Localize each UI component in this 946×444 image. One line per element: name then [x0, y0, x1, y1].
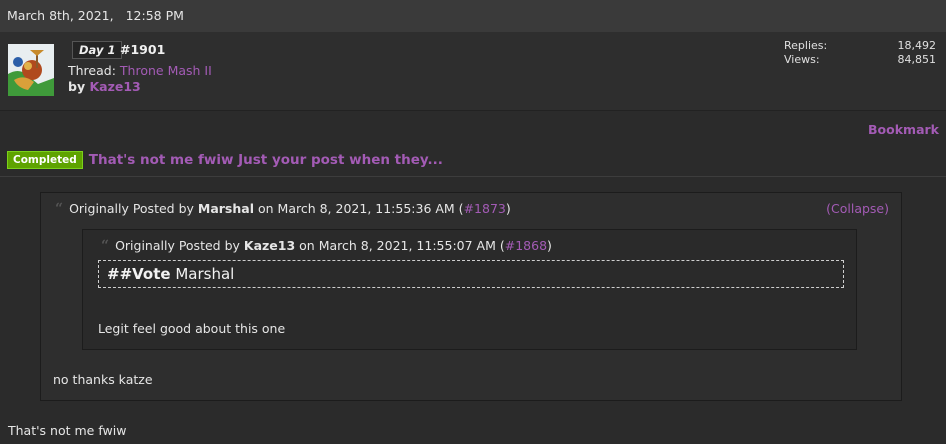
- post-title[interactable]: That's not me fwiw Just your post when t…: [89, 152, 443, 168]
- post-time: 12:58 PM: [125, 8, 184, 23]
- author-line: by Kaze13: [68, 79, 141, 94]
- post-number[interactable]: #1901: [120, 42, 165, 57]
- outer-quote-header: “ Originally Posted by Marshal on March 8…: [55, 201, 511, 217]
- outer-quote-close: ): [505, 201, 511, 216]
- inner-quote-author[interactable]: Kaze13: [244, 238, 295, 253]
- outer-quote-author[interactable]: Marshal: [198, 201, 254, 216]
- inner-quote-header: “ Originally Posted by Kaze13 on March 8,…: [101, 238, 552, 254]
- thread-prefix: Thread:: [68, 63, 116, 78]
- inner-quote: “ Originally Posted by Kaze13 on March 8,…: [82, 229, 857, 350]
- outer-quote: “ Originally Posted by Marshal on March 8…: [40, 192, 902, 401]
- inner-quote-body: Legit feel good about this one: [98, 321, 286, 336]
- thread-link[interactable]: Throne Mash II: [120, 63, 212, 78]
- by-prefix: by: [68, 79, 86, 94]
- inner-quote-date: on March 8, 2021, 11:55:07 AM (: [299, 238, 505, 253]
- thread-stats: Replies: 18,492 Views: 84,851: [784, 39, 936, 67]
- post-body-text: That's not me fwiw: [8, 423, 127, 438]
- outer-quote-date: on March 8, 2021, 11:55:36 AM (: [257, 201, 464, 216]
- vote-line: ##Vote Marshal: [107, 265, 234, 283]
- outer-quote-post-link[interactable]: #1873: [464, 201, 506, 216]
- status-badge: Completed: [7, 151, 83, 169]
- views-label: Views:: [784, 53, 820, 66]
- author-link[interactable]: Kaze13: [89, 79, 140, 94]
- outer-quote-body: no thanks katze: [53, 372, 153, 387]
- inner-quote-close: ): [547, 238, 552, 253]
- replies-label: Replies:: [784, 39, 828, 52]
- inner-quote-prefix: Originally Posted by: [115, 238, 240, 253]
- vote-target: Marshal: [175, 265, 235, 283]
- views-value: 84,851: [897, 53, 937, 66]
- inner-quote-post-link[interactable]: #1868: [505, 238, 547, 253]
- post-date: March 8th, 2021, 12:58 PM: [7, 8, 184, 23]
- outer-quote-prefix: Originally Posted by: [69, 201, 194, 216]
- top-bar: March 8th, 2021, 12:58 PM: [0, 0, 946, 32]
- vote-command: ##Vote: [107, 265, 171, 283]
- collapse-button[interactable]: (Collapse): [826, 201, 889, 216]
- post-date-day: March 8th, 2021,: [7, 8, 114, 23]
- thread-header: Day 1 #1901 Thread: Throne Mash II by Ka…: [0, 32, 946, 111]
- bookmark-link[interactable]: Bookmark: [868, 122, 939, 137]
- avatar-image-icon[interactable]: [8, 44, 54, 96]
- day-badge: Day 1: [72, 41, 123, 59]
- thread-line: Thread: Throne Mash II: [68, 63, 212, 78]
- quote-icon: “: [101, 238, 110, 254]
- post-title-row: Completed That's not me fwiw Just your p…: [7, 151, 443, 169]
- quote-icon: “: [55, 201, 64, 217]
- divider: [0, 176, 946, 177]
- vote-box: ##Vote Marshal: [98, 260, 844, 288]
- replies-value: 18,492: [897, 39, 937, 52]
